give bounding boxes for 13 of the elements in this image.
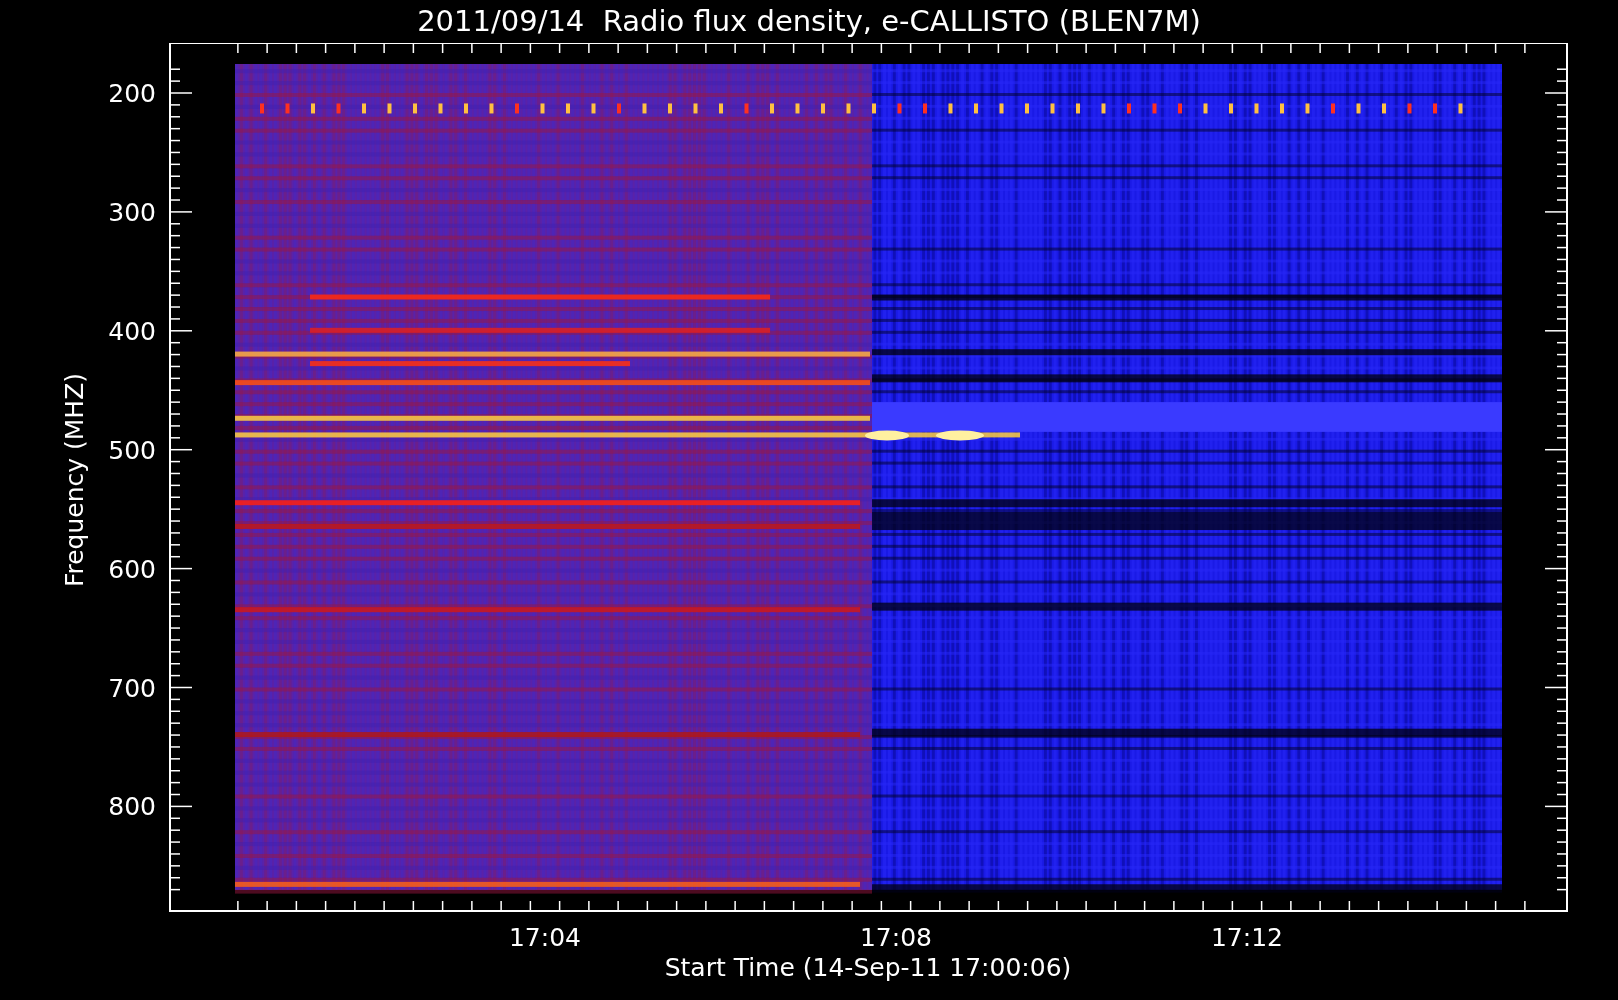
tick-label: 600 [108, 554, 156, 584]
tick-label: 200 [108, 79, 156, 108]
axis-label: Start Time (14-Sep-11 17:00:06) [664, 953, 1072, 982]
tick-label: 500 [108, 435, 156, 465]
tick-label: 17:04 [509, 923, 581, 952]
tick-label: 17:08 [860, 923, 932, 952]
tick-label: 700 [108, 673, 156, 703]
tick-label: 800 [108, 792, 156, 822]
tick-label: 300 [108, 197, 156, 227]
axis-label: Frequency (MHZ) [60, 372, 89, 588]
tick-label: 400 [108, 316, 156, 346]
tick-label: 17:12 [1211, 923, 1283, 952]
plot-title: 2011/09/14 Radio flux density, e-CALLISTO (BLEN7M) [417, 3, 1201, 40]
